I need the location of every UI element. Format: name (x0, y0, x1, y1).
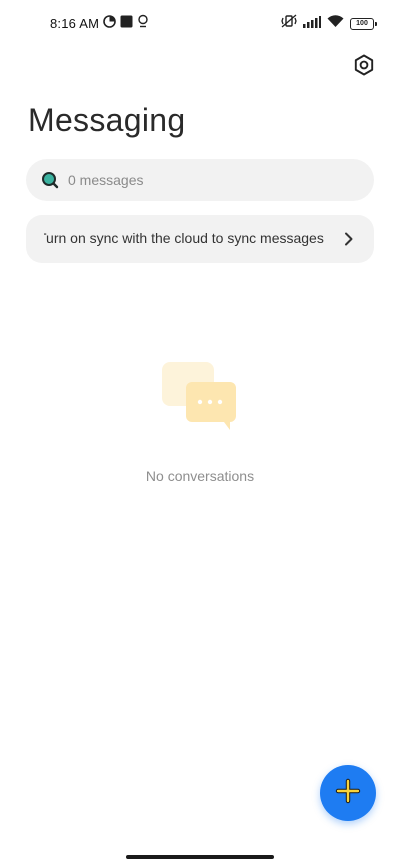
status-right: 100 (281, 14, 377, 33)
sync-banner[interactable]: Turn on sync with the cloud to sync mess… (26, 215, 374, 263)
settings-icon (353, 54, 375, 81)
signal-icon (303, 15, 321, 33)
status-left: 8:16 AM (50, 14, 149, 33)
search-input[interactable] (68, 172, 348, 188)
stop-square-icon (120, 15, 133, 33)
location-pin-icon (137, 14, 149, 33)
chevron-right-icon (342, 231, 356, 247)
wifi-icon (327, 14, 344, 33)
sync-text-wrap: Turn on sync with the cloud to sync mess… (44, 229, 346, 249)
status-bar: 8:16 AM 100 (0, 0, 400, 44)
status-time: 8:16 AM (50, 16, 100, 31)
data-saver-icon (103, 14, 116, 33)
home-indicator[interactable] (126, 855, 274, 859)
page-title: Messaging (28, 102, 186, 138)
vibrate-icon (281, 14, 297, 33)
sync-banner-text: Turn on sync with the cloud to sync mess… (44, 230, 324, 246)
battery-icon: 100 (350, 17, 377, 30)
settings-button[interactable] (350, 53, 378, 81)
chat-bubbles-icon (160, 360, 242, 432)
search-icon (40, 170, 60, 190)
empty-state-text: No conversations (145, 468, 255, 484)
plus-icon (335, 778, 361, 809)
new-conversation-button[interactable] (320, 765, 376, 821)
search-bar[interactable] (26, 159, 374, 201)
